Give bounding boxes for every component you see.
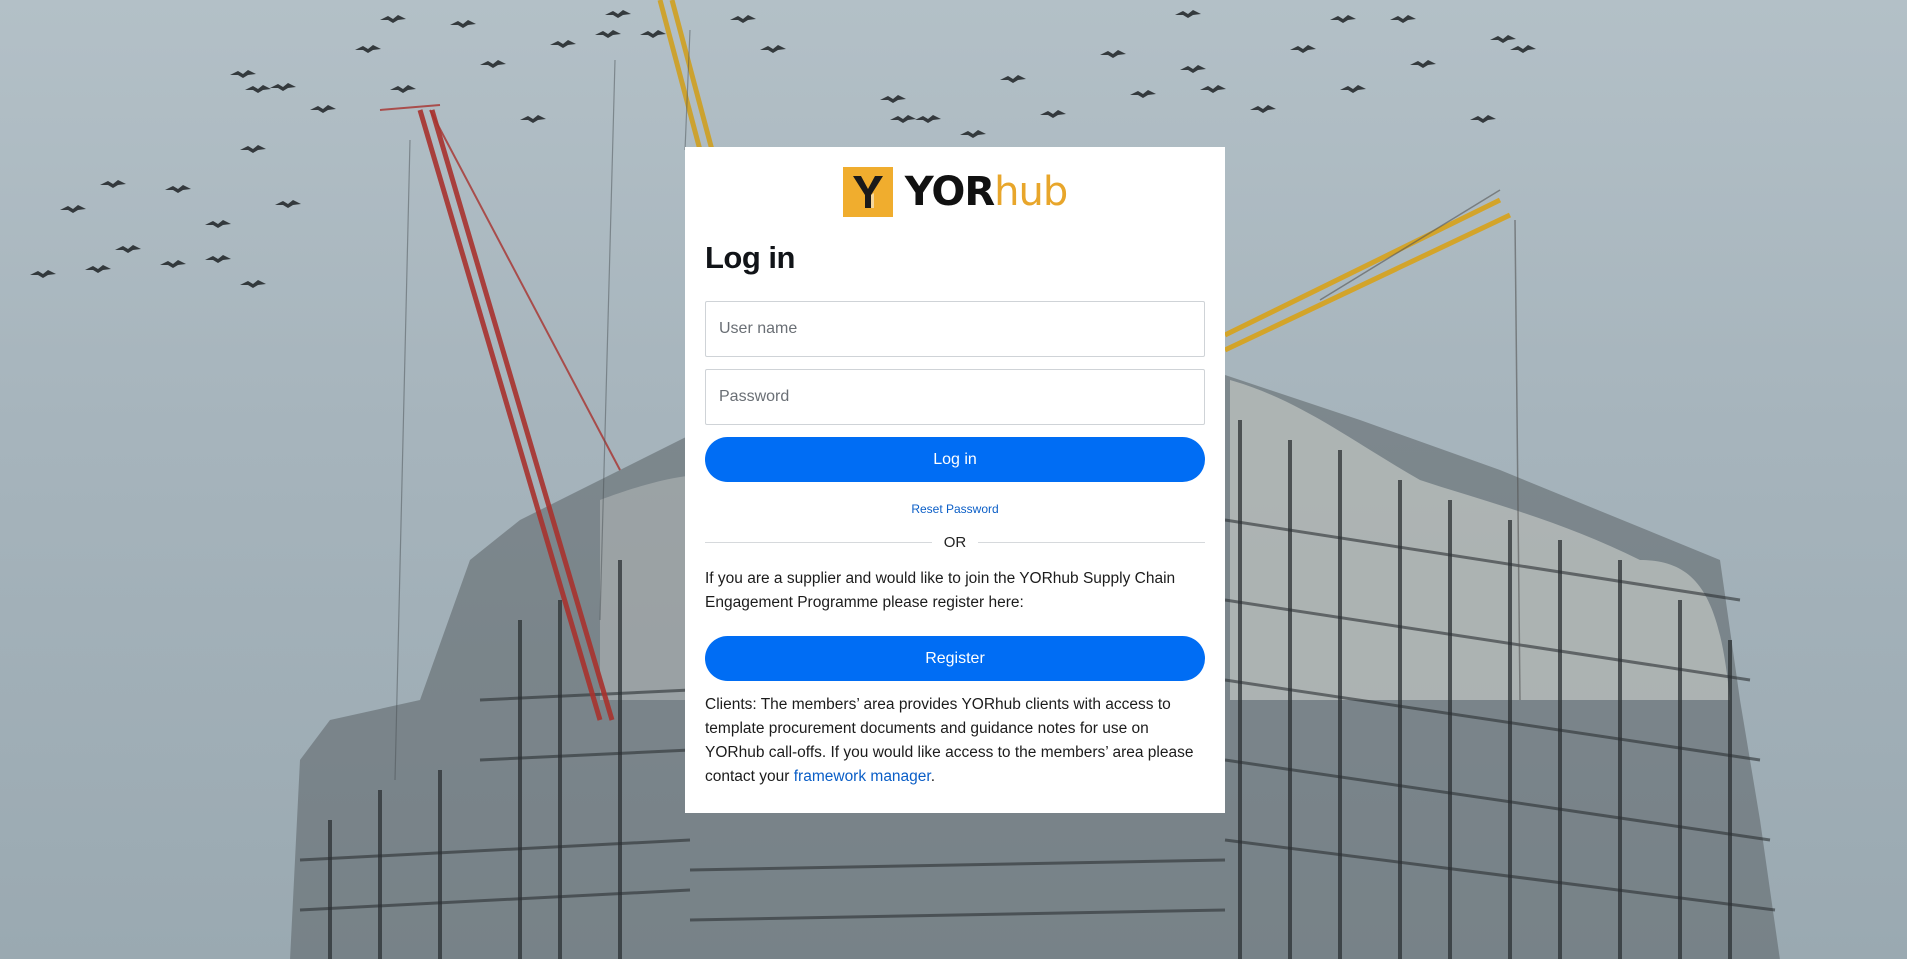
divider-line-right bbox=[978, 541, 1205, 543]
or-divider-text: OR bbox=[943, 533, 967, 551]
or-divider: OR bbox=[705, 533, 1205, 551]
clients-text-body: Clients: The members’ area provides YORh… bbox=[705, 696, 1194, 785]
logo-wordmark: YORhub bbox=[904, 169, 1068, 215]
clients-text-end: . bbox=[930, 768, 936, 785]
login-button[interactable]: Log in bbox=[705, 437, 1205, 482]
yorhub-logo: YORhub bbox=[705, 166, 1205, 218]
y-letter-icon bbox=[852, 176, 883, 208]
register-button[interactable]: Register bbox=[705, 636, 1205, 681]
framework-manager-link[interactable]: framework manager bbox=[794, 768, 931, 785]
supplier-register-text: If you are a supplier and would like to … bbox=[705, 570, 1176, 611]
page-title: Log in bbox=[705, 240, 795, 275]
divider-line-left bbox=[705, 541, 932, 543]
password-input[interactable] bbox=[705, 369, 1205, 425]
clients-info-text: Clients: The members’ area provides YORh… bbox=[705, 693, 1205, 789]
logo-text-strong: YOR bbox=[904, 169, 995, 215]
logo-text-light: hub bbox=[994, 169, 1068, 215]
logo-mark-icon bbox=[842, 167, 893, 217]
username-input[interactable] bbox=[705, 301, 1205, 357]
login-card: YORhub Log in Log in Reset Password OR I… bbox=[685, 147, 1225, 813]
reset-password-link[interactable]: Reset Password bbox=[705, 502, 1205, 516]
